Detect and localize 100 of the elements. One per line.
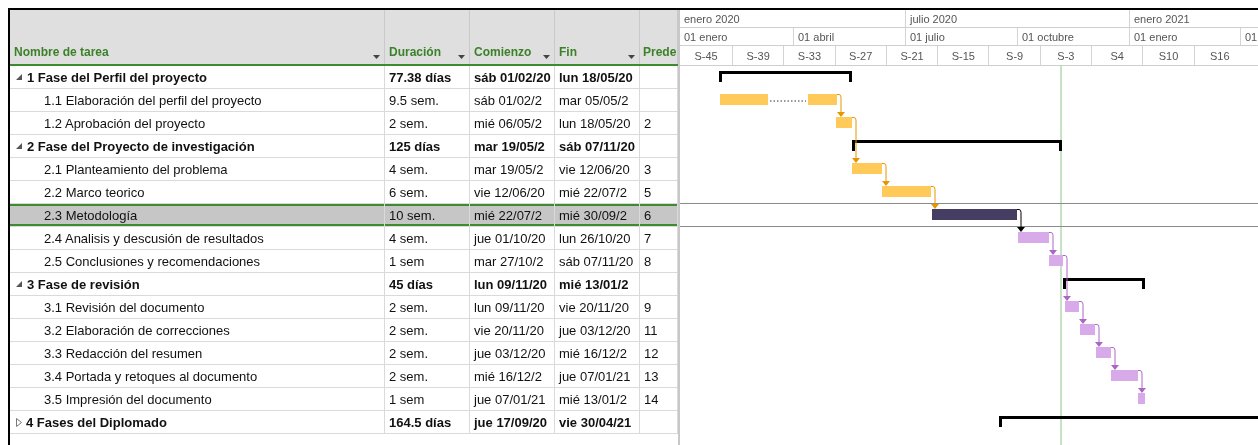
start-cell: sáb 01/02/2 <box>470 89 555 111</box>
predecessors-cell: 13 <box>640 365 678 387</box>
week-label: S-27 <box>849 49 873 62</box>
predecessors-cell: 12 <box>640 342 678 364</box>
dependency-arrow <box>1062 255 1071 301</box>
timescale-label: enero 2020 <box>684 12 740 25</box>
dropdown-icon[interactable] <box>628 55 635 59</box>
timescale-label: 01 enero <box>684 30 728 43</box>
task-row[interactable]: 4 Fases del Diplomado 164.5 días jue 17/09/20 vie 30/04/21 <box>10 411 678 434</box>
finish-cell: lun 18/05/20 <box>555 66 640 88</box>
collapse-icon[interactable] <box>16 280 23 288</box>
task-row[interactable]: 2.5 Conclusiones y recomendaciones 1 sem mar 27/10/2 sáb 07/11/20 8 <box>10 250 678 273</box>
predecessors-cell: 3 <box>640 158 678 180</box>
dependency-arrow <box>1137 370 1146 393</box>
task-row[interactable]: 3.2 Elaboración de correcciones 2 sem. vie 20/11/20 jue 03/12/20 11 <box>10 319 678 342</box>
timescale-label: 01 enero <box>1134 30 1178 43</box>
task-row[interactable]: 2.4 Analisis y descusión de resultados 4 sem. jue 01/10/20 lun 26/10/20 7 <box>10 227 678 250</box>
week-label: S-33 <box>797 49 822 62</box>
week-label: S16 <box>1210 49 1230 62</box>
task-row[interactable]: 2.3 Metodología 10 sem. mié 22/07/2 mié 30/09/2 6 <box>10 204 678 227</box>
timescale-label: 01 octubre <box>1022 30 1074 43</box>
finish-cell: mié 16/12/2 <box>555 342 640 364</box>
task-row[interactable]: 1.2 Aprobación del proyecto 2 sem. mié 06/05/2 lun 18/05/20 2 <box>10 112 678 135</box>
finish-cell: sáb 07/11/20 <box>555 250 640 272</box>
finish-cell: jue 03/12/20 <box>555 319 640 341</box>
start-cell: lun 09/11/20 <box>470 273 555 295</box>
task-name: 2 Fase del Proyecto de investigación <box>27 138 255 154</box>
task-name: 2.1 Planteamiento del problema <box>44 161 228 177</box>
start-cell: vie 12/06/20 <box>470 181 555 203</box>
finish-cell: lun 26/10/20 <box>555 227 640 249</box>
start-cell: mar 19/05/2 <box>470 158 555 180</box>
task-row[interactable]: 3.3 Redacción del resumen 2 sem. jue 03/12/20 mié 16/12/2 12 <box>10 342 678 365</box>
timescale-label: 01 abril <box>798 30 835 43</box>
column-header[interactable]: Nombre de tarea <box>10 10 385 64</box>
week-label: S10 <box>1158 49 1179 62</box>
task-row[interactable]: 2.1 Planteamiento del problema 4 sem. mar 19/05/2 vie 12/06/20 3 <box>10 158 678 181</box>
finish-cell: jue 07/01/21 <box>555 365 640 387</box>
predecessors-cell: 7 <box>640 227 678 249</box>
week-label: S4 <box>1110 49 1124 62</box>
column-header[interactable]: Fin <box>555 10 640 64</box>
column-header[interactable]: Prede <box>640 10 678 64</box>
task-row[interactable]: 2.2 Marco teorico 6 sem. vie 12/06/20 mié 22/07/2 5 <box>10 181 678 204</box>
duration-cell: 4 sem. <box>385 158 470 180</box>
dropdown-icon[interactable] <box>543 55 550 59</box>
start-cell: sáb 01/02/20 <box>470 66 555 88</box>
timescale-label: 01 <box>1245 30 1258 43</box>
dependency-arrow <box>1016 209 1025 232</box>
dropdown-icon[interactable] <box>458 55 465 59</box>
finish-cell: mié 22/07/2 <box>555 181 640 203</box>
duration-cell: 2 sem. <box>385 365 470 387</box>
week-label: S-3 <box>1057 49 1075 62</box>
start-cell: lun 09/11/20 <box>470 296 555 318</box>
task-name: 3.2 Elaboración de correcciones <box>44 322 230 338</box>
finish-cell: mar 05/05/2 <box>555 89 640 111</box>
start-cell: jue 01/10/20 <box>470 227 555 249</box>
collapse-icon[interactable] <box>16 73 23 81</box>
dropdown-icon[interactable] <box>373 55 380 59</box>
duration-cell: 164.5 días <box>385 411 470 433</box>
duration-cell: 2 sem. <box>385 296 470 318</box>
start-cell: mié 16/12/2 <box>470 365 555 387</box>
column-header[interactable]: Duración <box>385 10 470 64</box>
task-name: 2.2 Marco teorico <box>44 184 145 200</box>
duration-cell: 1 sem <box>385 250 470 272</box>
task-row[interactable]: 3 Fase de revisión 45 días lun 09/11/20 mié 13/01/2 <box>10 273 678 296</box>
week-label: S-45 <box>694 49 718 62</box>
dependency-arrow <box>836 94 845 117</box>
start-cell: mié 22/07/2 <box>470 204 555 226</box>
predecessors-cell: 9 <box>640 296 678 318</box>
expand-icon[interactable] <box>16 417 22 427</box>
collapse-icon[interactable] <box>16 142 23 150</box>
task-row[interactable]: 3.1 Revisión del documento 2 sem. lun 09/11/20 vie 20/11/20 9 <box>10 296 678 319</box>
start-cell: jue 17/09/20 <box>470 411 555 433</box>
task-name: 3.3 Redacción del resumen <box>44 345 203 361</box>
summary-bar[interactable] <box>719 71 852 82</box>
start-cell: jue 03/12/20 <box>470 342 555 364</box>
summary-bar[interactable] <box>852 140 1062 151</box>
task-row[interactable]: 3.5 Impresión del documento 1 sem jue 07/01/21 mié 13/01/2 14 <box>10 388 678 411</box>
duration-cell: 2 sem. <box>385 112 470 134</box>
week-label: S-39 <box>746 49 770 62</box>
dependency-arrow <box>1048 232 1057 255</box>
start-cell: mié 06/05/2 <box>470 112 555 134</box>
task-row[interactable]: 3.4 Portada y retoques al documento 2 sem. mié 16/12/2 jue 07/01/21 13 <box>10 365 678 388</box>
summary-bar[interactable] <box>1063 278 1145 289</box>
column-header[interactable]: Comienzo <box>470 10 555 64</box>
finish-cell: mié 30/09/2 <box>555 204 640 226</box>
task-name: 3.5 Impresión del documento <box>44 391 212 407</box>
finish-cell: mié 13/01/2 <box>555 273 640 295</box>
task-row[interactable]: 1 Fase del Perfil del proyecto 77.38 días sáb 01/02/20 lun 18/05/20 <box>10 66 678 89</box>
predecessors-cell: 2 <box>640 112 678 134</box>
task-row[interactable]: 1.1 Elaboración del perfil del proyecto 9.5 sem. sáb 01/02/2 mar 05/05/2 <box>10 89 678 112</box>
timescale-label: enero 2021 <box>1134 12 1190 25</box>
dependency-arrow <box>1078 301 1087 324</box>
summary-bar[interactable] <box>999 416 1258 427</box>
duration-cell: 45 días <box>385 273 470 295</box>
task-name: 2.3 Metodología <box>44 207 138 223</box>
predecessors-cell: 14 <box>640 388 678 410</box>
task-row[interactable]: 2 Fase del Proyecto de investigación 125 días mar 19/05/2 sáb 07/11/20 <box>10 135 678 158</box>
duration-cell: 125 días <box>385 135 470 157</box>
start-cell: jue 07/01/21 <box>470 388 555 410</box>
predecessors-cell: 6 <box>640 204 678 226</box>
